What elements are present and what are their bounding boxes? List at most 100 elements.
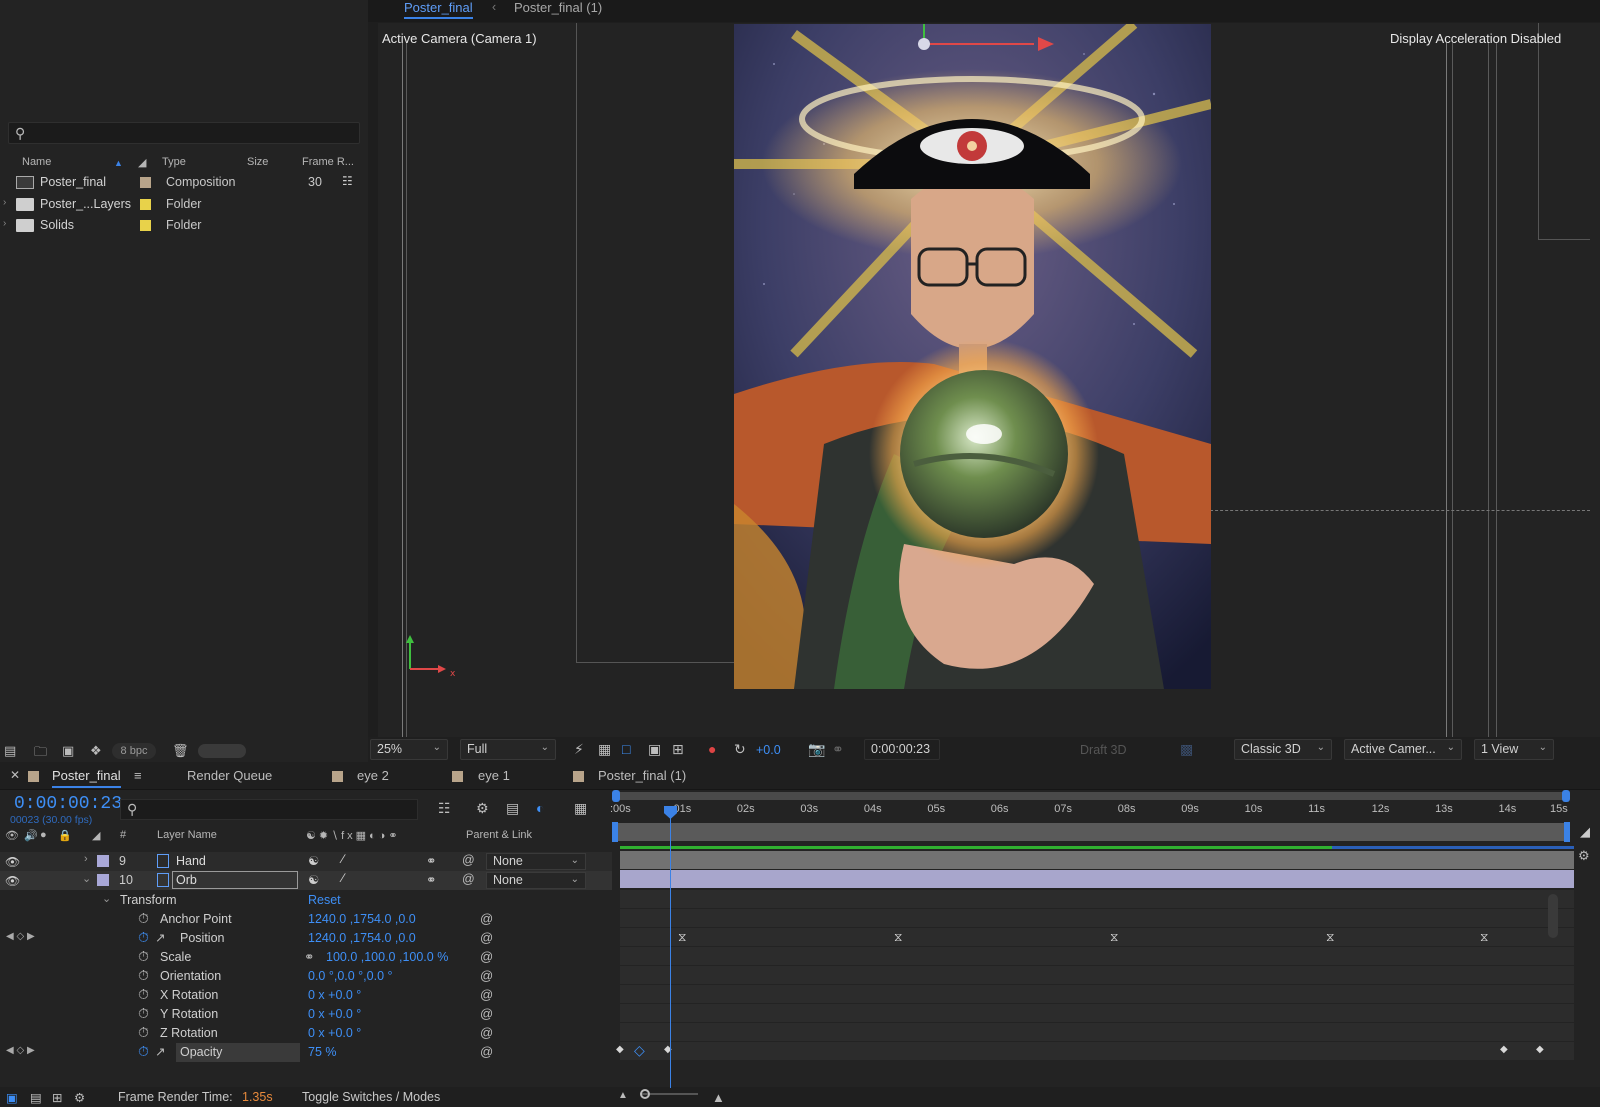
parent-dropdown[interactable]: None ⌄ [486, 853, 586, 870]
current-time-field[interactable]: 0:00:00:23 [864, 739, 940, 760]
visibility-eye-icon[interactable]: 👁 [5, 855, 20, 869]
layer-label-swatch[interactable] [97, 855, 109, 867]
label-tag-icon[interactable]: ◢ [138, 156, 146, 169]
expression-pickwhip-icon[interactable]: @ [480, 987, 493, 1002]
stopwatch-icon[interactable]: ⏱ [138, 986, 149, 1003]
expand-arrow-icon[interactable]: › [3, 197, 6, 208]
grid-guides-icon[interactable]: ⊞ [672, 741, 684, 758]
layer-row-orb[interactable]: 👁 ⌄ 10 Orb ☯ ∕ ⚭ @ None ⌄ [0, 871, 612, 890]
graph-editor-icon[interactable]: ▦ [574, 800, 587, 817]
layer-name[interactable]: Hand [176, 854, 206, 868]
channel-icon[interactable]: ● [708, 741, 716, 757]
playhead-line[interactable] [670, 808, 671, 1088]
keyframe-diamond-icon[interactable]: ◆ [1500, 1044, 1508, 1055]
zoom-out-icon[interactable]: ▲ [618, 1090, 628, 1101]
expression-pickwhip-icon[interactable]: @ [480, 1006, 493, 1021]
keyframe-roving-icon[interactable]: ⧖ [1110, 930, 1118, 945]
panel-menu-icon[interactable]: ≡ [134, 768, 142, 783]
comp-duration-bar[interactable] [614, 823, 1568, 841]
label-swatch[interactable] [140, 177, 151, 188]
layer-bar-orb[interactable] [620, 870, 1574, 889]
transparency-grid-icon[interactable]: ▦ [598, 741, 611, 758]
work-area-end-handle[interactable] [1562, 790, 1570, 802]
render-time-icon[interactable]: ⚙ [74, 1090, 85, 1105]
expand-arrow-icon[interactable]: › [84, 853, 88, 865]
visibility-icon[interactable]: 👁 [5, 829, 19, 842]
property-scale[interactable]: ⏱ Scale ⚭ 100.0 ,100.0 ,100.0 % @ [0, 948, 612, 967]
label-tag-icon[interactable]: ◢ [92, 829, 100, 842]
layer-row-hand[interactable]: 👁 › 9 Hand ☯ ∕ ⚭ @ None ⌄ [0, 852, 612, 871]
col-name[interactable]: Name [22, 156, 51, 168]
keyframe-selected-icon[interactable]: ◇ [634, 1042, 645, 1059]
project-item[interactable]: › Poster_...Layers Folder [0, 194, 350, 215]
work-area-bar[interactable] [614, 792, 1568, 800]
graph-icon[interactable]: ↗ [155, 1044, 165, 1059]
timeline-scrollbar[interactable] [1548, 894, 1558, 938]
property-value[interactable]: 0 x +0.0 ° [308, 1007, 361, 1021]
motion-blur-icon[interactable]: ◐ [536, 800, 544, 816]
property-value[interactable]: 0 x +0.0 ° [308, 988, 361, 1002]
timeline-zoom-icon[interactable]: ⚙ [1578, 848, 1590, 864]
property-x-rotation[interactable]: ⏱ X Rotation 0 x +0.0 ° @ [0, 986, 612, 1005]
work-area-start-handle[interactable] [612, 790, 620, 802]
in-out-stretch-icon[interactable]: ⊞ [52, 1090, 62, 1105]
project-item[interactable]: › Solids Folder [0, 215, 350, 236]
property-position[interactable]: ◀ ◇ ▶ ⏱ ↗ Position 1240.0 ,1754.0 ,0.0 @ [0, 929, 612, 948]
stopwatch-icon[interactable]: ⏱ [138, 948, 149, 965]
tab-eye-2[interactable]: eye 2 [357, 768, 389, 783]
col-size[interactable]: Size [247, 156, 268, 168]
draft-3d-toggle[interactable]: Draft 3D [1080, 743, 1127, 757]
poster-artwork[interactable] [734, 24, 1211, 689]
current-timecode[interactable]: 0:00:00:23 [14, 794, 122, 814]
quality-icon[interactable]: ∕ [342, 852, 344, 866]
expand-arrow-icon[interactable]: › [3, 218, 6, 229]
magnification-dropdown[interactable]: 25% ⌄ [370, 739, 448, 760]
audio-icon[interactable]: 🔊 [24, 829, 38, 842]
visibility-eye-icon[interactable]: 👁 [5, 874, 20, 888]
expression-pickwhip-icon[interactable]: @ [480, 1044, 493, 1059]
transform-group[interactable]: ⌄ Transform Reset [0, 891, 612, 910]
pick-whip-icon[interactable]: @ [462, 872, 475, 886]
property-value[interactable]: 75 % [308, 1045, 337, 1059]
col-type[interactable]: Type [162, 156, 186, 168]
stopwatch-active-icon[interactable]: ⏱ [138, 929, 149, 946]
property-value[interactable]: 0 x +0.0 ° [308, 1026, 361, 1040]
region-of-interest-icon[interactable]: ▣ [648, 741, 661, 758]
quality-icon[interactable]: ∕ [342, 871, 344, 885]
exposure-value[interactable]: +0.0 [756, 743, 781, 757]
col-parent-link[interactable]: Parent & Link [466, 829, 532, 841]
property-anchor-point[interactable]: ⏱ Anchor Point 1240.0 ,1754.0 ,0.0 @ [0, 910, 612, 929]
expression-pickwhip-icon[interactable]: @ [480, 968, 493, 983]
expression-pickwhip-icon[interactable]: @ [480, 930, 493, 945]
thumbnail-toggle[interactable] [198, 744, 246, 758]
time-ruler[interactable]: :00s 01s 02s 03s 04s 05s 06s 07s 08s 09s 10s 11s 12s… [610, 790, 1592, 846]
mask-path-icon[interactable]: □ [622, 741, 630, 757]
tab-eye-1[interactable]: eye 1 [478, 768, 510, 783]
layer-switches-icon[interactable]: ▣ [6, 1090, 18, 1105]
collapse-transform-icon[interactable]: ☯ [308, 872, 319, 887]
layer-bar-hand[interactable] [620, 851, 1574, 870]
comp-marker-bin-icon[interactable]: ◢ [1580, 824, 1590, 840]
out-point-marker[interactable] [1564, 822, 1570, 842]
fast-previews-icon[interactable]: ⚡ [574, 741, 584, 758]
view-layout-dropdown[interactable]: 1 View ⌄ [1474, 739, 1554, 760]
solo-icon[interactable]: ● [40, 829, 47, 841]
graph-icon[interactable]: ↗ [155, 930, 165, 945]
zoom-in-icon[interactable]: ▲ [712, 1090, 725, 1105]
property-opacity[interactable]: ◀ ◇ ▶ ⏱ ↗ Opacity 75 % @ [0, 1043, 612, 1062]
property-z-rotation[interactable]: ⏱ Z Rotation 0 x +0.0 ° @ [0, 1024, 612, 1043]
3d-layer-icon[interactable]: ⚭ [426, 872, 436, 887]
property-y-rotation[interactable]: ⏱ Y Rotation 0 x +0.0 ° @ [0, 1005, 612, 1024]
property-value[interactable]: 0.0 °,0.0 °,0.0 ° [308, 969, 393, 983]
3d-view-dropdown[interactable]: Active Camer... ⌄ [1344, 739, 1462, 760]
3d-layer-icon[interactable]: ⚭ [426, 853, 436, 868]
bit-depth-button[interactable]: 8 bpc [112, 743, 156, 759]
keyframe-roving-icon[interactable]: ⧖ [678, 930, 686, 945]
collapse-arrow-icon[interactable]: ⌄ [102, 892, 111, 905]
3d-ground-plane-icon[interactable]: ▩ [1180, 741, 1193, 758]
label-swatch[interactable] [140, 199, 151, 210]
constrain-proportions-icon[interactable]: ⚭ [304, 949, 314, 964]
collapse-transform-icon[interactable]: ☯ [308, 853, 319, 868]
label-swatch[interactable] [140, 220, 151, 231]
expression-pickwhip-icon[interactable]: @ [480, 1025, 493, 1040]
